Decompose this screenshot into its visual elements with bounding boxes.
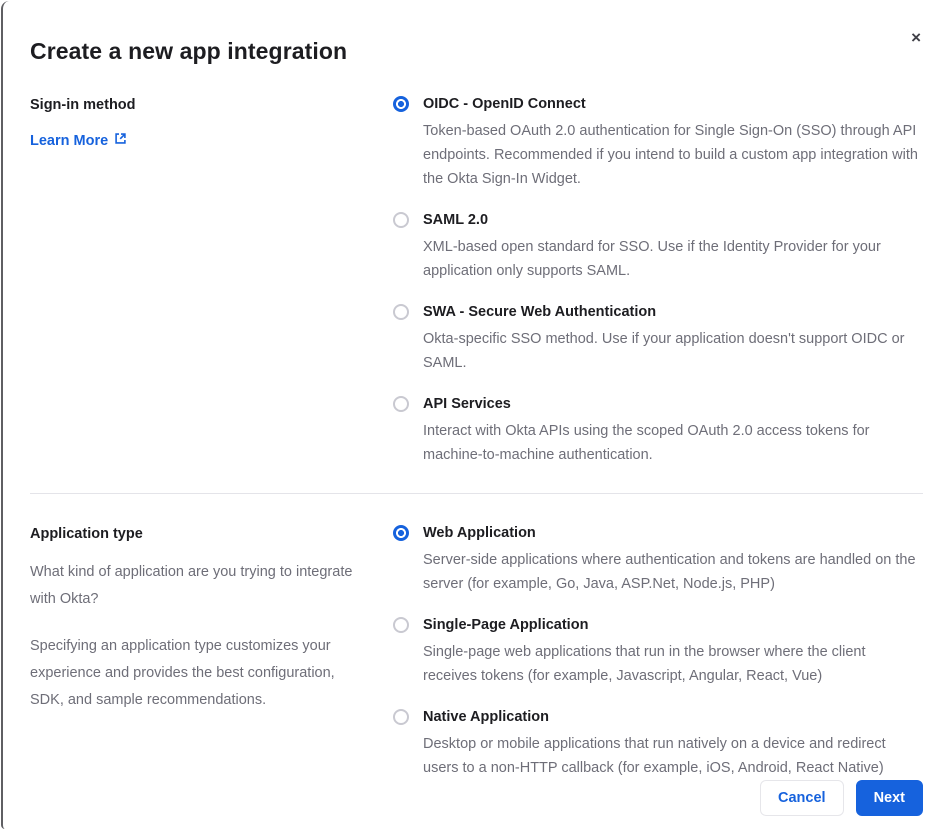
signin-method-left-column: Sign-in method Learn More bbox=[30, 95, 365, 467]
dialog-header: Create a new app integration × bbox=[30, 21, 923, 65]
signin-method-options: OIDC - OpenID Connect Token-based OAuth … bbox=[393, 95, 923, 467]
option-label: SAML 2.0 bbox=[423, 212, 489, 228]
dialog-title: Create a new app integration bbox=[30, 38, 348, 64]
learn-more-label: Learn More bbox=[30, 132, 109, 149]
radio-button-native-application[interactable] bbox=[393, 709, 409, 725]
close-icon[interactable]: × bbox=[905, 23, 927, 52]
option-description: XML-based open standard for SSO. Use if … bbox=[423, 239, 881, 279]
radio-option-saml[interactable]: SAML 2.0 XML-based open standard for SSO… bbox=[393, 211, 923, 283]
section-divider bbox=[30, 493, 923, 494]
application-type-left-column: Application type What kind of applicatio… bbox=[30, 524, 365, 780]
create-app-integration-dialog: Create a new app integration × Sign-in m… bbox=[1, 1, 950, 829]
option-label: Single-Page Application bbox=[423, 617, 589, 633]
radio-button-web-application[interactable] bbox=[393, 525, 409, 541]
option-label: API Services bbox=[423, 396, 511, 412]
option-label: Web Application bbox=[423, 525, 536, 541]
external-link-icon bbox=[114, 132, 127, 149]
radio-option-single-page-application[interactable]: Single-Page Application Single-page web … bbox=[393, 616, 923, 688]
option-label: OIDC - OpenID Connect bbox=[423, 96, 586, 112]
option-label: SWA - Secure Web Authentication bbox=[423, 304, 657, 320]
option-description: Token-based OAuth 2.0 authentication for… bbox=[423, 123, 918, 187]
radio-button-saml[interactable] bbox=[393, 212, 409, 228]
radio-option-oidc[interactable]: OIDC - OpenID Connect Token-based OAuth … bbox=[393, 95, 923, 191]
signin-method-label: Sign-in method bbox=[30, 97, 136, 113]
learn-more-link[interactable]: Learn More bbox=[30, 132, 127, 149]
application-type-question: What kind of application are you trying … bbox=[30, 564, 353, 607]
option-description: Interact with Okta APIs using the scoped… bbox=[423, 423, 870, 463]
radio-button-api-services[interactable] bbox=[393, 396, 409, 412]
option-label: Native Application bbox=[423, 709, 549, 725]
option-description: Okta-specific SSO method. Use if your ap… bbox=[423, 331, 905, 371]
next-button[interactable]: Next bbox=[855, 780, 923, 816]
application-type-note: Specifying an application type customize… bbox=[30, 638, 335, 708]
option-description: Server-side applications where authentic… bbox=[423, 552, 916, 592]
radio-option-web-application[interactable]: Web Application Server-side applications… bbox=[393, 524, 923, 596]
radio-option-native-application[interactable]: Native Application Desktop or mobile app… bbox=[393, 708, 923, 780]
signin-method-section: Sign-in method Learn More OIDC - OpenID … bbox=[30, 95, 923, 467]
radio-option-api-services[interactable]: API Services Interact with Okta APIs usi… bbox=[393, 395, 923, 467]
dialog-footer: Cancel Next bbox=[30, 780, 923, 830]
radio-button-swa[interactable] bbox=[393, 304, 409, 320]
radio-option-swa[interactable]: SWA - Secure Web Authentication Okta-spe… bbox=[393, 303, 923, 375]
cancel-button[interactable]: Cancel bbox=[760, 780, 844, 816]
radio-button-oidc[interactable] bbox=[393, 96, 409, 112]
radio-button-single-page-application[interactable] bbox=[393, 617, 409, 633]
application-type-label: Application type bbox=[30, 526, 143, 542]
application-type-options: Web Application Server-side applications… bbox=[393, 524, 923, 780]
application-type-section: Application type What kind of applicatio… bbox=[30, 524, 923, 780]
option-description: Desktop or mobile applications that run … bbox=[423, 736, 886, 776]
option-description: Single-page web applications that run in… bbox=[423, 644, 866, 684]
